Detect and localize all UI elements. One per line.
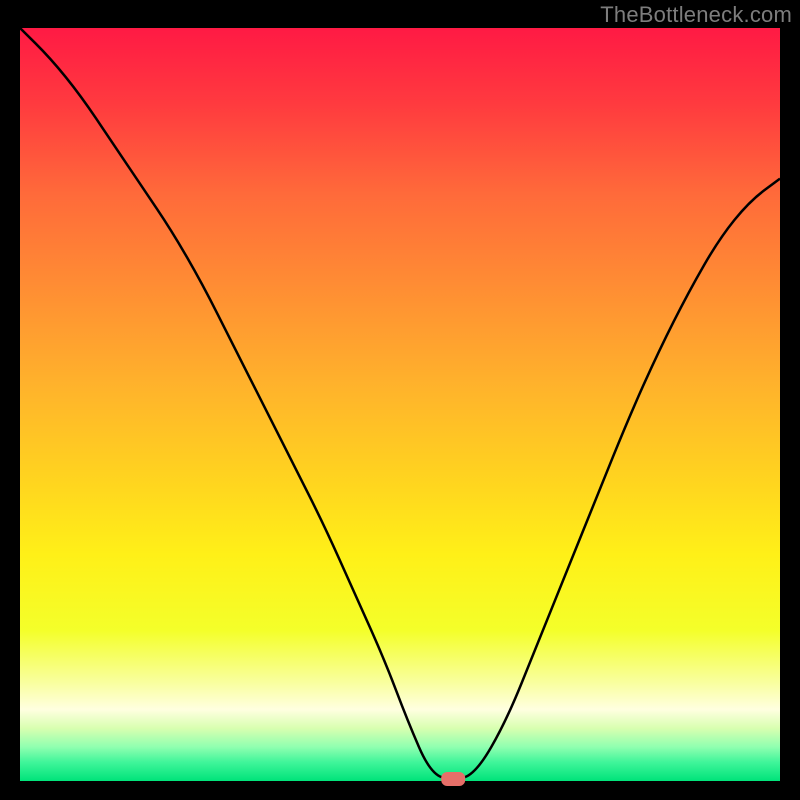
watermark-text: TheBottleneck.com — [600, 2, 792, 28]
bottleneck-chart — [0, 0, 800, 800]
optimum-marker — [441, 772, 465, 786]
plot-area — [20, 28, 780, 781]
chart-frame: TheBottleneck.com — [0, 0, 800, 800]
